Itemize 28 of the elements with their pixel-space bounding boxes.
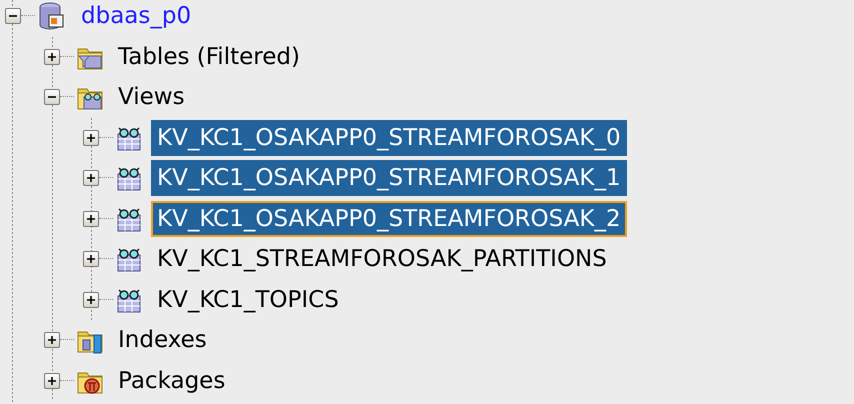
tree-item[interactable]: KV_KC1_OSAKAPP0_STREAMFOROSAK_0 — [151, 120, 627, 156]
expand-toggle[interactable] — [83, 130, 99, 146]
tree-item[interactable]: KV_KC1_OSAKAPP0_STREAMFOROSAK_2 — [151, 200, 627, 237]
expand-toggle[interactable] — [44, 48, 60, 65]
tree-item[interactable]: dbaas_p0 — [75, 0, 198, 34]
collapse-toggle[interactable] — [5, 8, 21, 24]
plus-icon — [86, 254, 96, 264]
tree-item[interactable]: KV_KC1_TOPICS — [151, 282, 345, 318]
tree-item[interactable]: Indexes — [112, 322, 213, 358]
expand-toggle[interactable] — [83, 210, 99, 227]
tree-item[interactable]: KV_KC1_OSAKAPP0_STREAMFOROSAK_1 — [151, 160, 627, 196]
plus-icon — [47, 335, 57, 346]
collapse-toggle[interactable] — [44, 89, 60, 106]
plus-icon — [47, 52, 57, 62]
tree-item[interactable]: Packages — [112, 362, 232, 399]
plus-icon — [86, 214, 96, 224]
expand-toggle[interactable] — [44, 332, 60, 348]
plus-icon — [86, 132, 96, 143]
tree-item[interactable]: Tables (Filtered) — [112, 38, 306, 75]
expand-toggle[interactable] — [83, 170, 99, 186]
expand-toggle[interactable] — [83, 251, 99, 268]
tree-item[interactable]: KV_KC1_STREAMFOROSAK_PARTITIONS — [151, 241, 613, 278]
plus-icon — [86, 294, 96, 305]
expand-toggle[interactable] — [44, 372, 60, 389]
expand-toggle[interactable] — [83, 292, 99, 308]
tree-item[interactable]: Views — [112, 79, 191, 116]
plus-icon — [86, 173, 96, 184]
plus-icon — [47, 376, 57, 386]
